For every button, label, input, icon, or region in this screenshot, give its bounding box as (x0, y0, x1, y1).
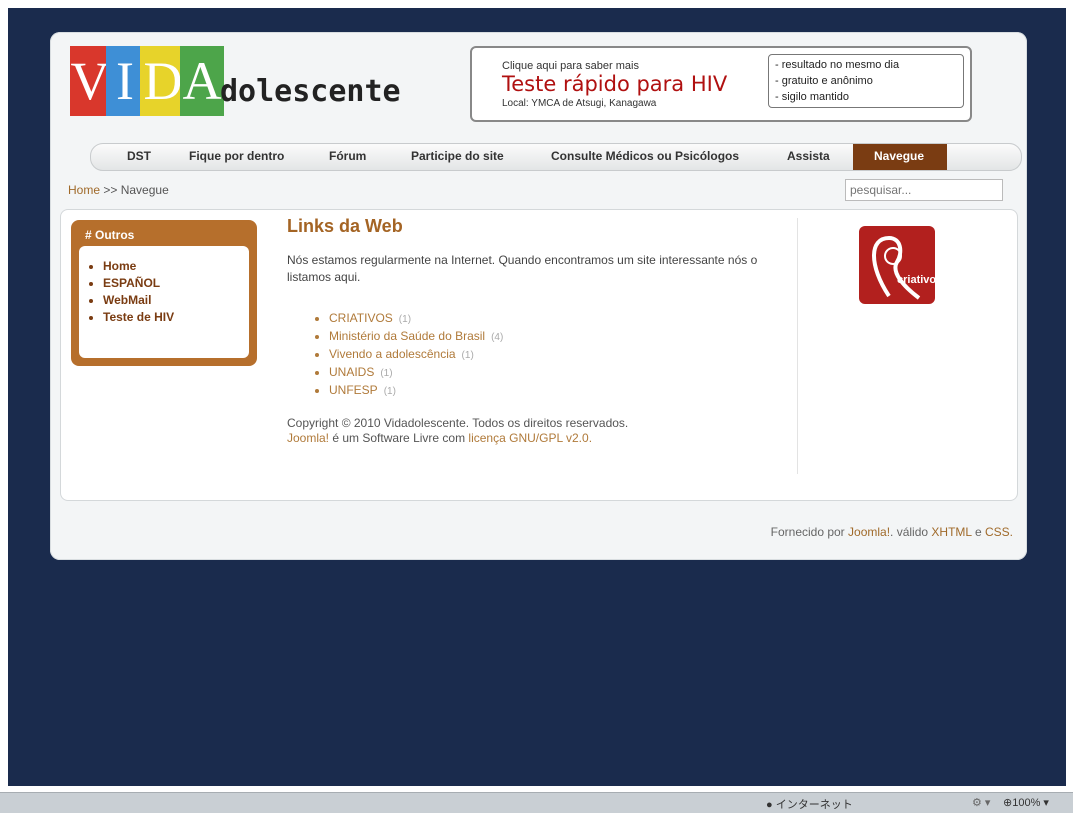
weblink-vivendo[interactable]: Vivendo a adolescência (329, 347, 456, 361)
nav-item-consulte[interactable]: Consulte Médicos ou Psicólogos (551, 144, 739, 170)
breadcrumb-current: Navegue (120, 183, 169, 197)
criativos-logo-square (859, 226, 935, 304)
copyright-text: Copyright © 2010 Vidadolescente. Todos o… (287, 416, 629, 430)
breadcrumb-home-link[interactable]: Home (68, 183, 100, 197)
page-title: Links da Web (287, 216, 403, 236)
nav-item-assista[interactable]: Assista (787, 144, 830, 170)
link-count: (1) (380, 368, 393, 379)
zoom-level: 100% (1012, 797, 1041, 809)
footer-xhtml-link[interactable]: XHTML (931, 525, 971, 539)
banner-feature: - sigilo mantido (775, 91, 849, 103)
banner-small-text: Clique aqui para saber mais (502, 60, 639, 72)
list-item: Vivendo a adolescência (1) (329, 346, 503, 364)
content-box: # Outros Home ESPAÑOL WebMail Teste de H… (60, 209, 1018, 501)
banner-feature: - gratuito e anônimo (775, 75, 873, 87)
banner-feature: - resultado no mesmo dia (775, 59, 900, 71)
list-item: CRIATIVOS (1) (329, 310, 503, 328)
footer-and: e (971, 525, 985, 539)
footer-css-link[interactable]: CSS. (985, 525, 1013, 539)
logo-letter-a: A (180, 46, 224, 116)
sidebar-item-webmail[interactable]: WebMail (103, 292, 249, 309)
sidebar-item-espanol[interactable]: ESPAÑOL (103, 275, 249, 292)
link-count: (1) (383, 386, 396, 397)
nav-item-forum[interactable]: Fórum (329, 144, 366, 170)
column-divider (797, 218, 798, 474)
link-count: (4) (491, 332, 504, 343)
web-links-list: CRIATIVOS (1) Ministério da Saúde do Bras… (313, 310, 503, 400)
list-item: UNFESP (1) (329, 382, 503, 400)
browser-page: V I D A dolescente Clique aqui para sabe… (50, 32, 1027, 560)
browser-status-bar: ● インターネット ⚙ ▾ ⊕100% ▾ (0, 792, 1073, 813)
main-nav: DST Fique por dentro Fórum Participe do … (90, 143, 1022, 171)
magnifier-icon: ⊕ (1003, 797, 1013, 809)
link-count: (1) (398, 314, 412, 325)
footer-joomla-link[interactable]: Joomla! (848, 525, 890, 539)
site-footer: Fornecido por Joomla!. válido XHTML e CS… (771, 525, 1013, 539)
copyright-block: Copyright © 2010 Vidadolescente. Todos o… (287, 416, 628, 446)
ribbon-heart-icon (872, 235, 921, 300)
list-item: Ministério da Saúde do Brasil (4) (329, 328, 503, 346)
search-input[interactable] (845, 179, 1003, 201)
weblink-unaids[interactable]: UNAIDS (329, 365, 374, 379)
logo-text: dolescente (220, 74, 401, 109)
list-item: UNAIDS (1) (329, 364, 503, 382)
security-icon[interactable]: ⚙ ▾ (972, 796, 990, 809)
internet-zone: ● インターネット (766, 796, 853, 812)
globe-icon: ● (766, 799, 773, 811)
sidebar-item-teste-hiv[interactable]: Teste de HIV (103, 309, 249, 326)
nav-item-dst[interactable]: DST (127, 144, 151, 170)
criativos-logo-text: criativos (897, 274, 943, 286)
sidebar-title: # Outros (85, 228, 135, 242)
link-count: (1) (461, 350, 474, 361)
logo-letter-v: V (70, 46, 110, 116)
zone-label: インターネット (775, 799, 853, 811)
breadcrumb: Home >> Navegue (68, 183, 169, 197)
footer-valid: . válido (890, 525, 932, 539)
logo-letter-i: I (106, 46, 144, 116)
criativos-banner[interactable]: criativos (851, 226, 951, 310)
license-link[interactable]: licença GNU/GPL v2.0. (468, 431, 592, 445)
site-logo[interactable]: V I D A dolescente (70, 46, 401, 120)
weblink-criativos[interactable]: CRIATIVOS (329, 311, 393, 325)
sidebar-outros: # Outros Home ESPAÑOL WebMail Teste de H… (71, 220, 257, 366)
banner-title: Teste rápido para HIV (502, 72, 728, 96)
breadcrumb-separator: >> (103, 183, 118, 197)
nav-item-navegue[interactable]: Navegue (874, 144, 924, 170)
software-text: é um Software Livre com (329, 431, 469, 445)
banner-location: Local: YMCA de Atsugi, Kanagawa (502, 98, 657, 109)
zoom-control[interactable]: ⊕100% ▾ (1003, 796, 1049, 809)
footer-powered-by: Fornecido por (770, 525, 849, 539)
weblink-unfesp[interactable]: UNFESP (329, 383, 378, 397)
hiv-test-banner[interactable]: Clique aqui para saber mais Teste rápido… (470, 46, 972, 122)
nav-item-participe[interactable]: Participe do site (411, 144, 504, 170)
intro-text: Nós estamos regularmente na Internet. Qu… (287, 253, 758, 284)
weblink-ministerio[interactable]: Ministério da Saúde do Brasil (329, 329, 485, 343)
sidebar-item-home[interactable]: Home (103, 258, 249, 275)
joomla-link[interactable]: Joomla! (287, 431, 329, 445)
sidebar-list-box: Home ESPAÑOL WebMail Teste de HIV (79, 246, 249, 358)
banner-features: - resultado no mesmo dia - gratuito e an… (768, 54, 964, 108)
nav-item-fique-por-dentro[interactable]: Fique por dentro (189, 144, 284, 170)
